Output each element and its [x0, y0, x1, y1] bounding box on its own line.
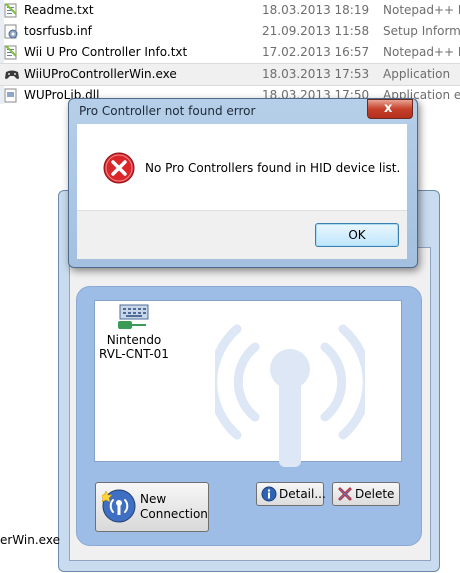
file-date: 21.09.2013 11:58 — [262, 24, 370, 38]
file-date: 18.03.2013 18:19 — [262, 3, 370, 17]
file-row-inf[interactable]: tosrfusb.inf 21.09.2013 11:58 Setup Info… — [0, 21, 460, 42]
error-dialog: Pro Controller not found error x No Pro … — [68, 98, 418, 268]
new-connection-icon — [102, 489, 136, 523]
delete-x-icon — [338, 487, 352, 501]
device-name-line1: Nintendo — [106, 333, 162, 347]
file-name: Wii U Pro Controller Info.txt — [24, 45, 188, 59]
close-button[interactable]: x — [367, 99, 413, 119]
new-connection-label: New Connection — [140, 492, 208, 522]
taskbar-item-label[interactable]: erWin.exe — [0, 533, 60, 547]
file-row-readme[interactable]: Readme.txt 18.03.2013 18:19 Notepad++ Do — [0, 0, 460, 21]
wireless-signal-watermark-icon — [215, 324, 365, 467]
close-icon: x — [384, 101, 393, 116]
detail-label: Detail... — [279, 487, 326, 501]
delete-button[interactable]: Delete — [332, 482, 400, 506]
error-message: No Pro Controllers found in HID device l… — [145, 161, 401, 175]
text-file-icon — [4, 45, 18, 60]
dll-file-icon — [4, 88, 18, 103]
dialog-footer: OK — [77, 210, 407, 259]
file-type: Notepad++ Do — [383, 3, 460, 17]
file-type: Application — [383, 67, 451, 81]
dialog-body: No Pro Controllers found in HID device l… — [77, 124, 407, 210]
file-row-info-txt[interactable]: Wii U Pro Controller Info.txt 17.02.2013… — [0, 42, 460, 63]
error-icon — [103, 152, 135, 184]
ok-label: OK — [348, 228, 366, 242]
file-name: tosrfusb.inf — [24, 24, 92, 38]
setup-info-icon — [4, 24, 18, 39]
new-connection-button[interactable]: New Connection — [95, 482, 209, 532]
dialog-title: Pro Controller not found error — [79, 104, 256, 118]
device-name-line2: RVL-CNT-01 — [99, 347, 169, 361]
keyboard-device-icon — [118, 304, 149, 329]
info-icon — [261, 486, 277, 502]
file-list: Readme.txt 18.03.2013 18:19 Notepad++ Do… — [0, 0, 460, 104]
file-name: WiiUProControllerWin.exe — [24, 67, 177, 81]
new-connection-line2: Connection — [140, 507, 208, 521]
file-date: 17.02.2013 16:57 — [262, 45, 370, 59]
device-item[interactable]: Nintendo RVL-CNT-01 — [98, 303, 170, 361]
text-file-icon — [4, 3, 18, 18]
detail-button[interactable]: Detail... — [256, 482, 326, 506]
delete-label: Delete — [355, 487, 395, 501]
file-type: Notepad++ Do — [383, 45, 460, 59]
ok-button[interactable]: OK — [315, 223, 399, 247]
file-date: 18.03.2013 17:53 — [262, 67, 370, 81]
file-row-exe[interactable]: WiiUProControllerWin.exe 18.03.2013 17:5… — [0, 63, 460, 86]
file-type: Setup Informat — [383, 24, 460, 38]
file-name: Readme.txt — [24, 3, 94, 17]
gamepad-icon — [4, 67, 19, 82]
new-connection-line1: New — [140, 492, 167, 506]
